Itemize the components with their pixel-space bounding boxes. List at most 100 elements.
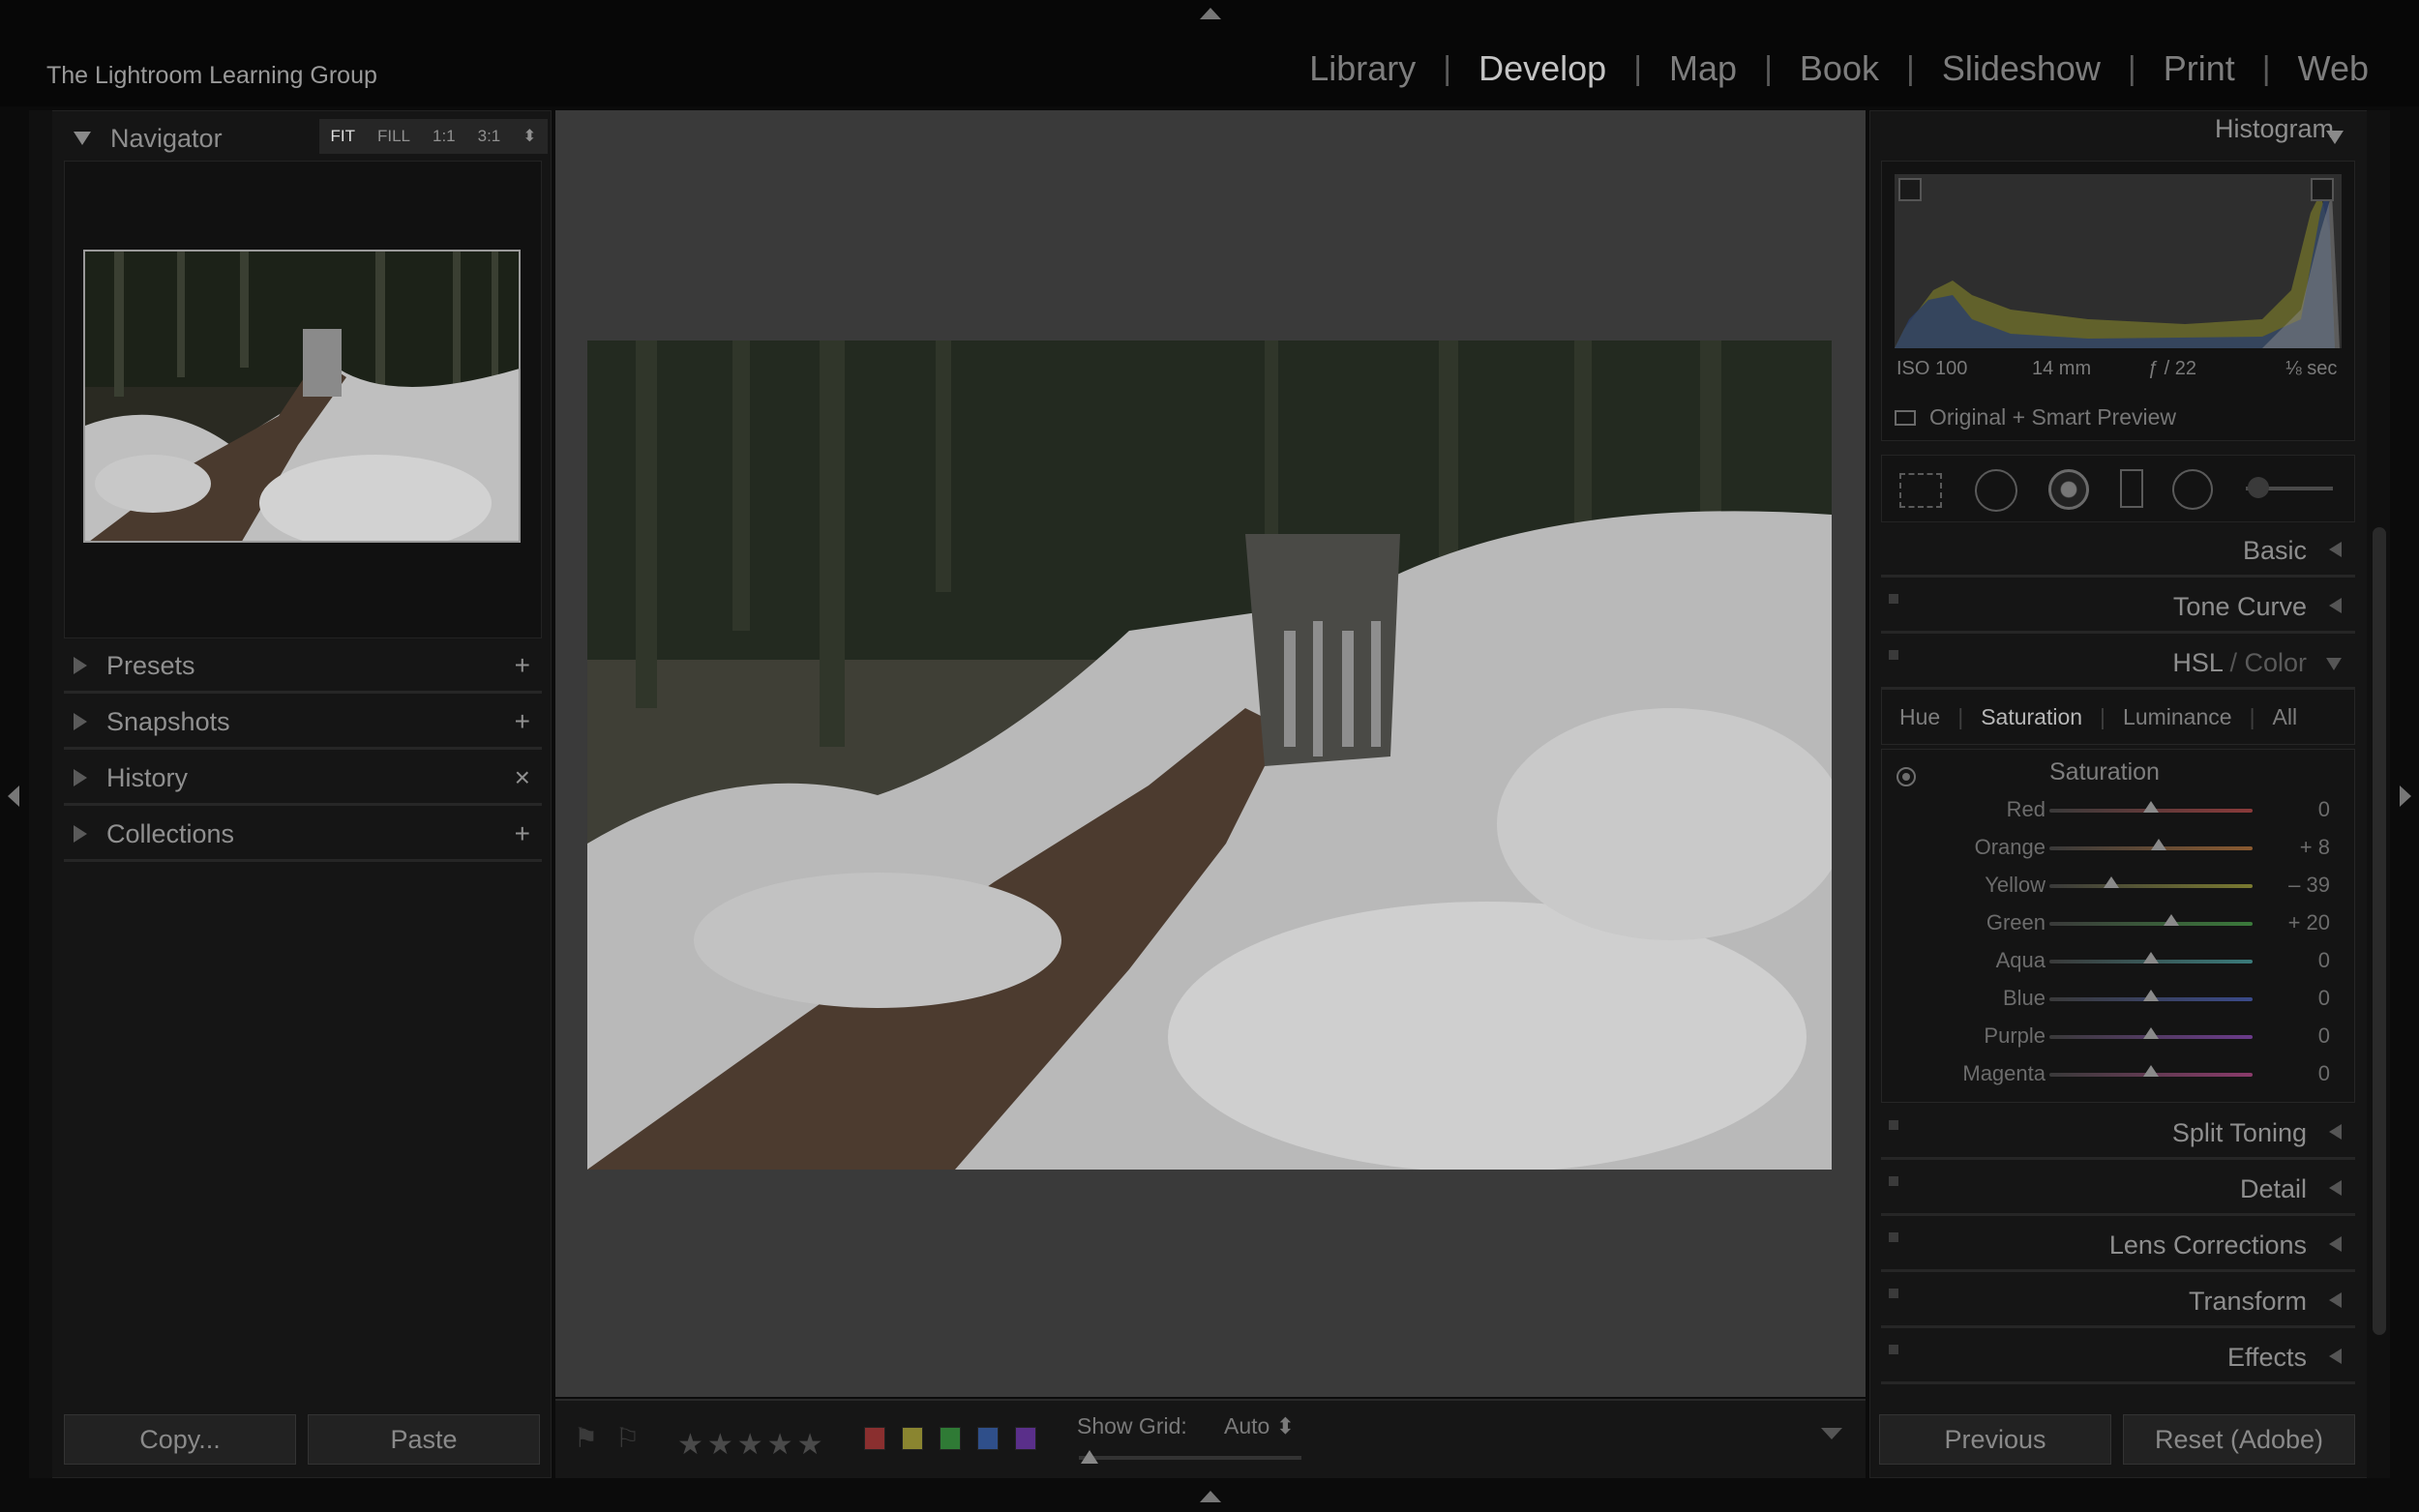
slider-value[interactable]: + 8 [2300,835,2330,860]
module-book[interactable]: Book [1773,48,1906,89]
focal-length-readout: 14 mm [2032,358,2092,379]
add-preset-icon[interactable]: + [515,650,530,681]
panel-toggle-icon[interactable] [1889,594,1898,604]
tab-hue[interactable]: Hue [1882,704,1957,730]
slider-value[interactable]: + 20 [2288,910,2330,935]
toolbar-menu-icon[interactable] [1821,1428,1842,1439]
transform-section[interactable]: Transform [1881,1275,2355,1328]
toggle-top-panel-icon[interactable] [1200,8,1221,19]
star-rating[interactable]: ★★★★★ [677,1428,826,1462]
slider-thumb[interactable] [2143,801,2159,813]
slider-value[interactable]: 0 [2318,1023,2330,1049]
panel-toggle-icon[interactable] [1889,1345,1898,1354]
flag-icon[interactable]: ⚑ [574,1422,598,1454]
module-develop[interactable]: Develop [1451,48,1633,89]
toggle-right-panel-icon[interactable] [2400,786,2411,807]
zoom-3-1[interactable]: 3:1 [478,127,501,146]
show-grid-dropdown[interactable]: Auto ⬍ [1224,1413,1295,1439]
slider-thumb[interactable] [2164,914,2179,926]
add-snapshot-icon[interactable]: + [515,706,530,737]
slider-value[interactable]: 0 [2318,1061,2330,1086]
history-section[interactable]: History × [64,753,542,806]
grid-slider-thumb[interactable] [1081,1450,1098,1464]
tone-curve-section[interactable]: Tone Curve [1881,580,2355,634]
toggle-left-panel-icon[interactable] [8,786,19,807]
shadow-clipping-icon[interactable] [1898,178,1922,201]
collections-section[interactable]: Collections + [64,809,542,862]
module-slideshow[interactable]: Slideshow [1915,48,2128,89]
previous-button[interactable]: Previous [1879,1414,2111,1465]
split-toning-section[interactable]: Split Toning [1881,1107,2355,1160]
zoom-1-1[interactable]: 1:1 [433,127,456,146]
lens-corrections-section[interactable]: Lens Corrections [1881,1219,2355,1272]
histogram-title[interactable]: Histogram [2215,114,2334,144]
left-panel-rail [29,110,52,1478]
slider-track[interactable] [2049,922,2253,926]
zoom-fill[interactable]: FILL [377,127,410,146]
panel-toggle-icon[interactable] [1889,1120,1898,1130]
highlight-clipping-icon[interactable] [2311,178,2334,201]
tab-luminance[interactable]: Luminance [2105,704,2250,730]
panel-toggle-icon[interactable] [1889,1176,1898,1186]
panel-toggle-icon[interactable] [1889,1232,1898,1242]
zoom-stepper-icon[interactable]: ⬍ [523,127,536,146]
collapse-triangle-icon[interactable] [2326,131,2344,144]
module-separator: | [1764,49,1773,87]
slider-track[interactable] [2049,884,2253,888]
crop-tool-icon[interactable] [1899,473,1942,508]
develop-tool-strip [1881,455,2355,522]
basic-section[interactable]: Basic [1881,524,2355,578]
slider-thumb[interactable] [2143,1065,2159,1077]
adjustment-brush-handle-icon[interactable] [2248,477,2269,498]
blue-label-icon[interactable] [977,1427,999,1450]
slider-thumb[interactable] [2143,952,2159,964]
presets-section[interactable]: Presets + [64,640,542,694]
color-tab[interactable]: Color [2244,648,2307,677]
radial-filter-icon[interactable] [2172,469,2213,510]
red-label-icon[interactable] [864,1427,885,1450]
copy-button[interactable]: Copy... [64,1414,296,1465]
histogram-graph[interactable] [1895,174,2342,348]
targeted-adjustment-icon[interactable] [1896,767,1916,786]
slider-value[interactable]: 0 [2318,948,2330,973]
hsl-color-section[interactable]: HSL / Color [1881,637,2355,690]
slider-thumb[interactable] [2143,1027,2159,1039]
main-photo[interactable] [587,341,1832,1170]
panel-toggle-icon[interactable] [1889,1289,1898,1298]
hsl-tab[interactable]: HSL [2172,648,2223,677]
right-panel-scrollbar[interactable] [2373,527,2386,1335]
reject-flag-icon[interactable]: ⚐ [615,1422,640,1454]
tab-all[interactable]: All [2255,704,2315,730]
tab-saturation[interactable]: Saturation [1963,704,2100,730]
add-collection-icon[interactable]: + [515,818,530,849]
graduated-filter-icon[interactable] [2120,469,2143,508]
navigator-thumbnail[interactable] [83,250,521,543]
paste-button[interactable]: Paste [308,1414,540,1465]
panel-toggle-icon[interactable] [1889,650,1898,660]
purple-label-icon[interactable] [1015,1427,1036,1450]
saturation-slider-row: Magenta 0 [1881,1055,2355,1092]
slider-value[interactable]: 0 [2318,986,2330,1011]
zoom-fit[interactable]: FIT [330,127,355,146]
reset-button[interactable]: Reset (Adobe) [2123,1414,2355,1465]
clear-history-icon[interactable]: × [515,762,530,793]
slider-thumb[interactable] [2151,839,2167,850]
green-label-icon[interactable] [940,1427,961,1450]
slider-thumb[interactable] [2143,990,2159,1001]
snapshots-section[interactable]: Snapshots + [64,697,542,750]
module-map[interactable]: Map [1642,48,1764,89]
slider-value[interactable]: – 39 [2288,873,2330,898]
effects-section[interactable]: Effects [1881,1331,2355,1384]
red-eye-icon[interactable] [2048,469,2089,510]
module-library[interactable]: Library [1282,48,1443,89]
slider-thumb[interactable] [2104,876,2120,888]
toggle-filmstrip-icon[interactable] [1200,1491,1221,1502]
grid-size-slider[interactable] [1079,1456,1301,1460]
slider-value[interactable]: 0 [2318,797,2330,822]
yellow-label-icon[interactable] [902,1427,923,1450]
module-print[interactable]: Print [2136,48,2262,89]
spot-removal-icon[interactable] [1975,469,2017,512]
module-web[interactable]: Web [2271,48,2396,89]
detail-section[interactable]: Detail [1881,1163,2355,1216]
expand-triangle-icon [2329,1124,2342,1140]
